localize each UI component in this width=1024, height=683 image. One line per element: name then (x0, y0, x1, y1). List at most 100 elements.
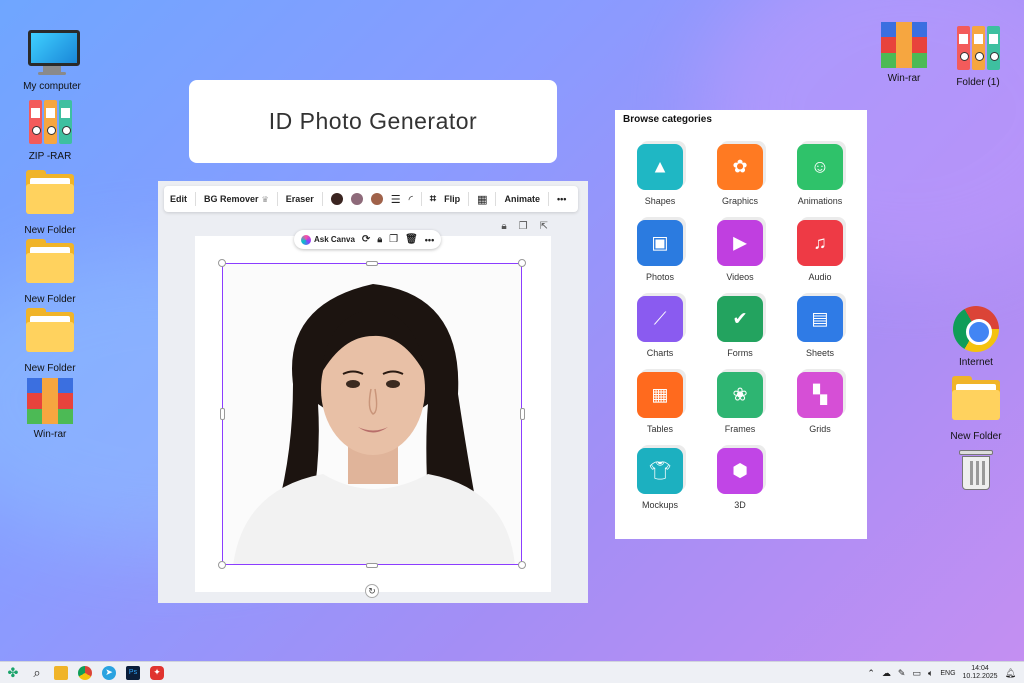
line-weight-icon[interactable]: ☰ (391, 193, 401, 206)
refresh-icon[interactable]: ⟳ (362, 234, 370, 245)
resize-handle[interactable] (518, 259, 526, 267)
category-tables[interactable]: ▦ Tables (620, 372, 700, 434)
start-icon[interactable]: ✤ (6, 665, 20, 680)
category-label: 3D (734, 500, 746, 510)
category-audio[interactable]: ♫ Audio (780, 220, 860, 282)
category-photos[interactable]: ▣ Photos (620, 220, 700, 282)
element-action-bar: Ask Canva ⟳ 🔒︎ ❐ 🗑︎ ••• (294, 230, 442, 249)
category-label: Shapes (644, 196, 676, 206)
category-sheets[interactable]: ▤ Sheets (780, 296, 860, 358)
crown-icon: ♛ (261, 194, 269, 204)
table-icon: ▦ (637, 372, 683, 418)
chrome-icon[interactable] (78, 665, 92, 680)
eraser-button[interactable]: Eraser (286, 194, 314, 204)
desktop-icon-zip-rar[interactable]: ZIP -RAR (10, 100, 90, 162)
color-swatch[interactable] (350, 193, 363, 205)
color-swatch[interactable] (330, 193, 343, 205)
category-grid: ▲ Shapes ✿ Graphics ☺ Animations ▣ Photos ▶ V… (620, 144, 860, 510)
resize-handle[interactable] (366, 563, 378, 568)
category-label: Photos (645, 272, 675, 282)
category-grids[interactable]: ▚ Grids (780, 372, 860, 434)
color-swatch[interactable] (370, 193, 383, 205)
sunflower-icon: ✿ (717, 144, 763, 190)
resize-handle[interactable] (518, 561, 526, 569)
notification-bell-icon[interactable]: 🔔︎ (1005, 668, 1016, 679)
desktop-icon-win-rar[interactable]: Win-rar (864, 22, 944, 84)
clock[interactable]: 14:04 10.12.2025 (963, 665, 998, 681)
transparency-icon[interactable]: ▦ (477, 193, 487, 206)
category-shapes[interactable]: ▲ Shapes (620, 144, 700, 206)
desktop-icon-win-rar[interactable]: Win-rar (10, 378, 90, 440)
system-tray: ⌃ ☁ ✎ ▭ 🔈︎ ENG 14:04 10.12.2025 🔔︎ (867, 662, 1016, 683)
lock-icon[interactable]: 🔒︎ (377, 234, 382, 245)
toolbar-divider (495, 192, 497, 206)
category-frames[interactable]: ❀ Frames (700, 372, 780, 434)
app-icon[interactable]: ✦ (150, 665, 164, 680)
search-icon[interactable]: ⌕ (30, 665, 44, 680)
rotate-icon[interactable]: ↻ (365, 584, 379, 598)
desktop-icon-label: My computer (23, 81, 81, 92)
language-indicator[interactable]: ENG (940, 670, 955, 677)
resize-handle[interactable] (218, 259, 226, 267)
desktop-icon-new-folder[interactable]: New Folder (10, 308, 90, 374)
network-icon[interactable]: ▭ (912, 668, 921, 679)
telegram-icon[interactable]: ➤ (102, 665, 116, 680)
portrait-photo[interactable] (222, 263, 522, 565)
resize-handle[interactable] (366, 261, 378, 266)
category-mockups[interactable]: 👕︎ Mockups (620, 448, 700, 510)
category-animations[interactable]: ☺ Animations (780, 144, 860, 206)
portrait-illustration (223, 264, 521, 564)
resize-handle[interactable] (220, 408, 225, 420)
trash-icon (952, 448, 1000, 496)
category-label: Frames (724, 424, 756, 434)
delete-icon[interactable]: 🗑︎ (405, 234, 418, 245)
desktop-icon-label: Folder (1) (956, 77, 1000, 88)
duplicate-icon[interactable]: ❐ (519, 221, 528, 232)
corner-rounding-icon[interactable]: ◜ (409, 193, 413, 206)
bg-remover-button[interactable]: BG Remover ♛ (204, 194, 269, 204)
edit-button[interactable]: Edit (170, 194, 187, 204)
category-3d[interactable]: ⬢ 3D (700, 448, 780, 510)
desktop-icon-my-computer[interactable]: My computer (12, 30, 92, 92)
grid-icon: ▚ (797, 372, 843, 418)
form-icon: ✔ (717, 296, 763, 342)
desktop-icon-folder-1[interactable]: Folder (1) (938, 26, 1018, 88)
photoshop-icon[interactable]: Ps (126, 665, 140, 680)
desktop-icon-new-folder[interactable]: New Folder (10, 239, 90, 305)
folder-icon (26, 239, 74, 291)
more-icon[interactable]: ••• (425, 235, 434, 245)
folder-icon (952, 376, 1000, 428)
animate-button[interactable]: Animate (504, 194, 540, 204)
desktop-icon-recycle-bin[interactable] (936, 448, 1016, 496)
copy-icon[interactable]: ❐ (389, 234, 398, 245)
category-forms[interactable]: ✔ Forms (700, 296, 780, 358)
desktop-icon-label: New Folder (24, 294, 76, 305)
category-graphics[interactable]: ✿ Graphics (700, 144, 780, 206)
title-card: ID Photo Generator (189, 80, 557, 163)
toolbar-divider (195, 192, 196, 206)
cloud-icon[interactable]: ☁ (882, 668, 891, 679)
volume-icon[interactable]: 🔈︎ (928, 668, 933, 679)
resize-handle[interactable] (520, 408, 525, 420)
pen-icon[interactable]: ✎ (898, 668, 906, 679)
desktop-icon-new-folder[interactable]: New Folder (10, 170, 90, 236)
tshirt-icon: 👕︎ (637, 448, 683, 494)
share-icon[interactable]: ⇱ (540, 221, 548, 232)
flip-button[interactable]: Flip (444, 194, 460, 204)
file-explorer-icon[interactable] (54, 665, 68, 680)
category-label: Tables (646, 424, 673, 434)
category-videos[interactable]: ▶ Videos (700, 220, 780, 282)
crop-icon[interactable]: ⌗ (430, 193, 436, 206)
toolbar-divider (276, 192, 278, 206)
desktop-icon-label: New Folder (950, 431, 1002, 442)
chevron-up-icon[interactable]: ⌃ (867, 668, 875, 679)
desktop-icon-new-folder[interactable]: New Folder (936, 376, 1016, 442)
ask-canva-button[interactable]: Ask Canva (301, 234, 355, 245)
resize-handle[interactable] (218, 561, 226, 569)
category-charts[interactable]: ⟋ Charts (620, 296, 700, 358)
category-label: Audio (808, 272, 832, 282)
lock-icon[interactable]: 🔒︎ (501, 221, 506, 232)
more-options-button[interactable]: ••• (557, 194, 566, 204)
desktop-icon-internet[interactable]: Internet (936, 306, 1016, 368)
desktop-icon-label: Internet (959, 357, 993, 368)
